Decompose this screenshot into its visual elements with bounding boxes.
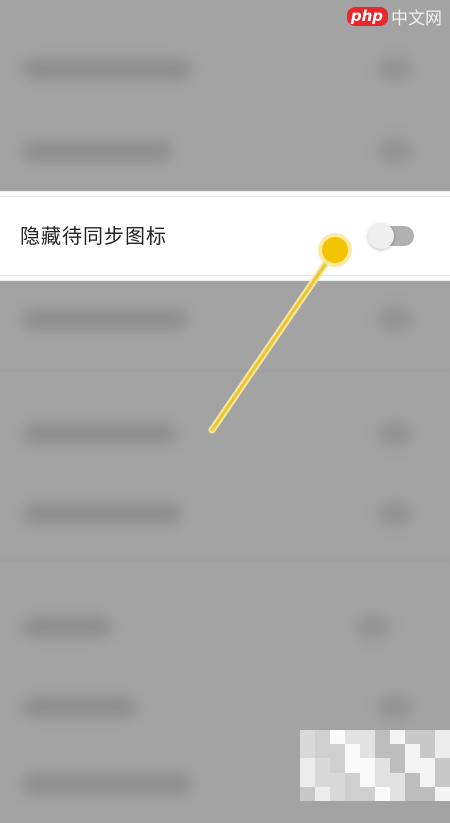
- pixel-tile: [390, 772, 405, 787]
- pixel-tile: [405, 772, 420, 787]
- pixel-tile: [330, 730, 345, 745]
- pixel-tile: [360, 744, 375, 759]
- pixel-tile: [390, 744, 405, 759]
- pixel-tile: [435, 758, 450, 773]
- pixel-tile: [300, 744, 315, 759]
- pixel-tile: [345, 744, 360, 759]
- pixel-tile: [345, 758, 360, 773]
- pixel-tile: [375, 772, 390, 787]
- pixel-tile: [405, 744, 420, 759]
- pixel-tile: [300, 758, 315, 773]
- pixel-tile: [435, 786, 450, 801]
- pixel-tile: [330, 786, 345, 801]
- pixel-tile: [375, 786, 390, 801]
- pixel-tile: [345, 772, 360, 787]
- pixel-tile: [315, 772, 330, 787]
- pixel-tile: [300, 772, 315, 787]
- pixel-tile: [405, 786, 420, 801]
- pixel-tile: [315, 758, 330, 773]
- pixelated-area: [300, 730, 450, 801]
- pixel-tile: [390, 786, 405, 801]
- pixel-tile: [330, 744, 345, 759]
- pixel-tile: [435, 772, 450, 787]
- pixel-tile: [345, 786, 360, 801]
- pixel-tile: [405, 730, 420, 745]
- pixel-tile: [375, 744, 390, 759]
- pixel-tile: [420, 730, 435, 745]
- pixel-tile: [300, 786, 315, 801]
- pixel-tile: [360, 758, 375, 773]
- pixel-tile: [360, 730, 375, 745]
- pixel-tile: [435, 744, 450, 759]
- swipe-trail: [210, 248, 337, 432]
- pixel-tile: [390, 730, 405, 745]
- pixel-tile: [315, 744, 330, 759]
- tap-swipe-indicator-icon: [208, 233, 352, 434]
- pixel-tile: [390, 758, 405, 773]
- pixel-tile: [420, 786, 435, 801]
- pixel-tile: [330, 772, 345, 787]
- pixel-tile: [420, 758, 435, 773]
- pixel-tile: [300, 730, 315, 745]
- pixel-tile: [405, 758, 420, 773]
- pixel-tile: [420, 772, 435, 787]
- pixel-tile: [345, 730, 360, 745]
- pixel-tile: [360, 772, 375, 787]
- tap-dot: [322, 237, 348, 263]
- pixel-tile: [420, 744, 435, 759]
- pixel-tile: [375, 758, 390, 773]
- pixel-tile: [330, 758, 345, 773]
- pixel-tile: [360, 786, 375, 801]
- pixel-tile: [375, 730, 390, 745]
- pixel-tile: [315, 786, 330, 801]
- pixel-tile: [435, 730, 450, 745]
- pixel-tile: [315, 730, 330, 745]
